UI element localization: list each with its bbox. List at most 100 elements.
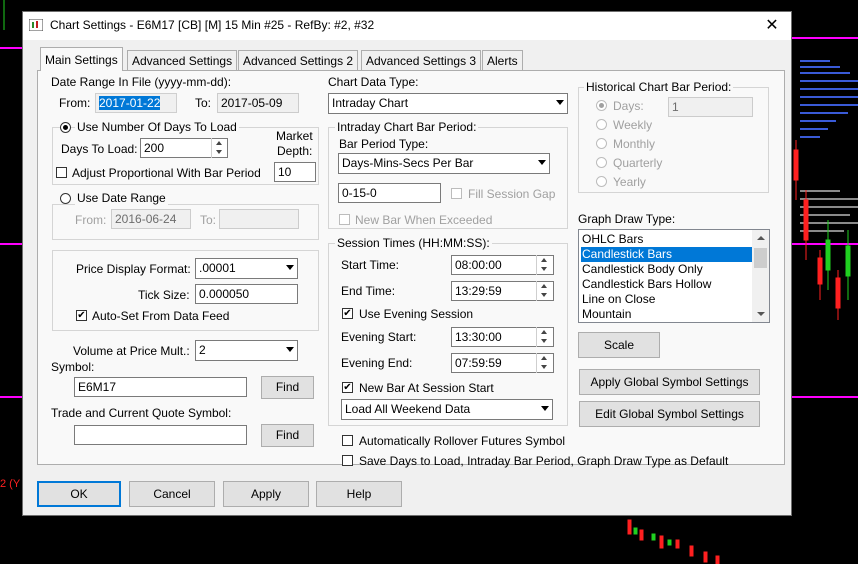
date-to-label: To: — [195, 96, 212, 110]
range-to-label: To: — [200, 213, 217, 227]
tab-advanced-settings-3[interactable]: Advanced Settings 3 — [361, 50, 482, 70]
bar-period-field[interactable]: 0-15-0 — [338, 183, 441, 203]
market-depth-label-1: Market — [276, 129, 313, 143]
range-to-field[interactable] — [219, 209, 299, 229]
evening-start-label: Evening Start: — [341, 330, 417, 344]
scale-button[interactable]: Scale — [578, 332, 660, 358]
historical-monthly-label: Monthly — [613, 137, 656, 151]
historical-yearly-label: Yearly — [613, 175, 646, 189]
range-from-label: From: — [75, 213, 107, 227]
chart-data-type-select[interactable]: Intraday Chart — [328, 93, 568, 114]
evening-end-spinner[interactable] — [536, 353, 552, 373]
historical-quarterly-radio[interactable] — [596, 157, 607, 168]
spin-down-icon — [541, 293, 547, 297]
scroll-thumb[interactable] — [754, 248, 767, 268]
date-range-label: Date Range In File (yyyy-mm-dd): — [51, 75, 232, 89]
auto-set-checkbox[interactable]: ✔ — [76, 310, 87, 321]
bar-period-type-value: Days-Mins-Secs Per Bar — [342, 156, 474, 170]
file-date-to-field[interactable]: 2017-05-09 — [217, 93, 299, 113]
cancel-button[interactable]: Cancel — [129, 481, 215, 507]
chart-app-icon — [29, 19, 43, 31]
list-item[interactable]: Line on Close — [581, 292, 767, 307]
market-depth-field[interactable]: 10 — [274, 162, 316, 182]
range-from-field[interactable]: 2016-06-24 — [111, 209, 191, 229]
historical-quarterly-label: Quarterly — [613, 156, 663, 170]
auto-rollover-label: Automatically Rollover Futures Symbol — [359, 434, 566, 448]
historical-yearly-radio[interactable] — [596, 176, 607, 187]
list-scrollbar[interactable] — [752, 230, 769, 322]
trade-symbol-field[interactable] — [74, 425, 247, 445]
adjust-proportional-checkbox[interactable] — [56, 167, 67, 178]
evening-end-value: 07:59:59 — [455, 356, 502, 370]
days-spinner[interactable] — [211, 138, 227, 158]
tab-alerts[interactable]: Alerts — [482, 50, 523, 70]
fill-session-gap-checkbox[interactable] — [451, 188, 462, 199]
file-date-from-value: 2017-01-22 — [99, 96, 161, 110]
list-item[interactable]: OHLC Bars — [581, 232, 767, 247]
save-default-checkbox[interactable] — [342, 455, 353, 466]
evening-end-label: Evening End: — [341, 356, 413, 370]
tick-size-label: Tick Size: — [138, 288, 190, 302]
background-label: 2 (Y — [0, 478, 21, 490]
spin-up-icon — [216, 141, 222, 145]
tab-advanced-settings-2[interactable]: Advanced Settings 2 — [238, 50, 359, 70]
historical-days-field[interactable]: 1 — [668, 97, 753, 117]
edit-global-symbol-settings-button[interactable]: Edit Global Symbol Settings — [579, 401, 760, 427]
symbol-find-button[interactable]: Find — [261, 376, 314, 399]
tab-label: Advanced Settings 2 — [243, 54, 354, 68]
use-date-range-label: Use Date Range — [75, 191, 168, 205]
list-item[interactable]: Mountain — [581, 307, 767, 322]
tab-main-settings[interactable]: Main Settings — [40, 47, 123, 71]
volume-at-price-value: 2 — [199, 343, 206, 357]
historical-days-radio[interactable] — [596, 100, 607, 111]
use-evening-session-checkbox[interactable]: ✔ — [342, 308, 353, 319]
historical-bar-period-label: Historical Chart Bar Period: — [584, 80, 734, 94]
session-times-label: Session Times (HH:MM:SS): — [335, 236, 492, 250]
graph-draw-type-list[interactable]: OHLC Bars Candlestick Bars Candlestick B… — [578, 229, 770, 323]
list-item[interactable]: Candlestick Bars — [581, 247, 767, 262]
scroll-down-icon[interactable] — [757, 312, 765, 316]
chart-data-type-label: Chart Data Type: — [328, 75, 419, 89]
bar-period-type-select[interactable]: Days-Mins-Secs Per Bar — [338, 153, 550, 174]
new-bar-session-start-checkbox[interactable]: ✔ — [342, 382, 353, 393]
evening-start-value: 13:30:00 — [455, 330, 502, 344]
use-days-radio[interactable] — [60, 122, 71, 133]
end-time-spinner[interactable] — [536, 281, 552, 301]
file-date-from-field[interactable]: 2017-01-22 — [95, 93, 177, 113]
new-bar-exceeded-checkbox[interactable] — [339, 214, 350, 225]
spin-down-icon — [541, 365, 547, 369]
symbol-field[interactable]: E6M17 — [74, 377, 247, 397]
bar-period-type-label: Bar Period Type: — [339, 137, 429, 151]
chevron-down-icon — [286, 347, 294, 352]
close-button[interactable]: ✕ — [761, 16, 783, 36]
help-button[interactable]: Help — [316, 481, 402, 507]
chart-settings-dialog: Chart Settings - E6M17 [CB] [M] 15 Min #… — [22, 11, 792, 516]
tab-label: Main Settings — [45, 53, 118, 67]
end-time-value: 13:29:59 — [455, 284, 502, 298]
fill-session-gap-label: Fill Session Gap — [468, 187, 556, 201]
use-date-range-radio[interactable] — [60, 193, 71, 204]
tab-advanced-settings[interactable]: Advanced Settings — [127, 50, 238, 70]
volume-at-price-select[interactable]: 2 — [195, 340, 298, 361]
new-bar-session-start-label: New Bar At Session Start — [359, 381, 494, 395]
ok-button[interactable]: OK — [37, 481, 121, 507]
historical-monthly-radio[interactable] — [596, 138, 607, 149]
apply-global-symbol-settings-button[interactable]: Apply Global Symbol Settings — [579, 369, 760, 395]
auto-rollover-checkbox[interactable] — [342, 435, 353, 446]
scroll-up-icon[interactable] — [757, 236, 765, 240]
list-item[interactable]: Candlestick Bars Hollow — [581, 277, 767, 292]
chevron-down-icon — [556, 100, 564, 105]
weekend-data-select[interactable]: Load All Weekend Data — [341, 399, 553, 420]
title-bar: Chart Settings - E6M17 [CB] [M] 15 Min #… — [23, 12, 791, 40]
historical-days-label: Days: — [613, 99, 644, 113]
start-time-spinner[interactable] — [536, 255, 552, 275]
close-icon: ✕ — [765, 17, 779, 34]
new-bar-exceeded-label: New Bar When Exceeded — [355, 213, 493, 227]
price-display-format-select[interactable]: .00001 — [195, 258, 298, 279]
evening-start-spinner[interactable] — [536, 327, 552, 347]
list-item[interactable]: Candlestick Body Only — [581, 262, 767, 277]
tick-size-field[interactable]: 0.000050 — [195, 284, 298, 304]
trade-symbol-find-button[interactable]: Find — [261, 424, 314, 447]
historical-weekly-radio[interactable] — [596, 119, 607, 130]
apply-button[interactable]: Apply — [223, 481, 309, 507]
